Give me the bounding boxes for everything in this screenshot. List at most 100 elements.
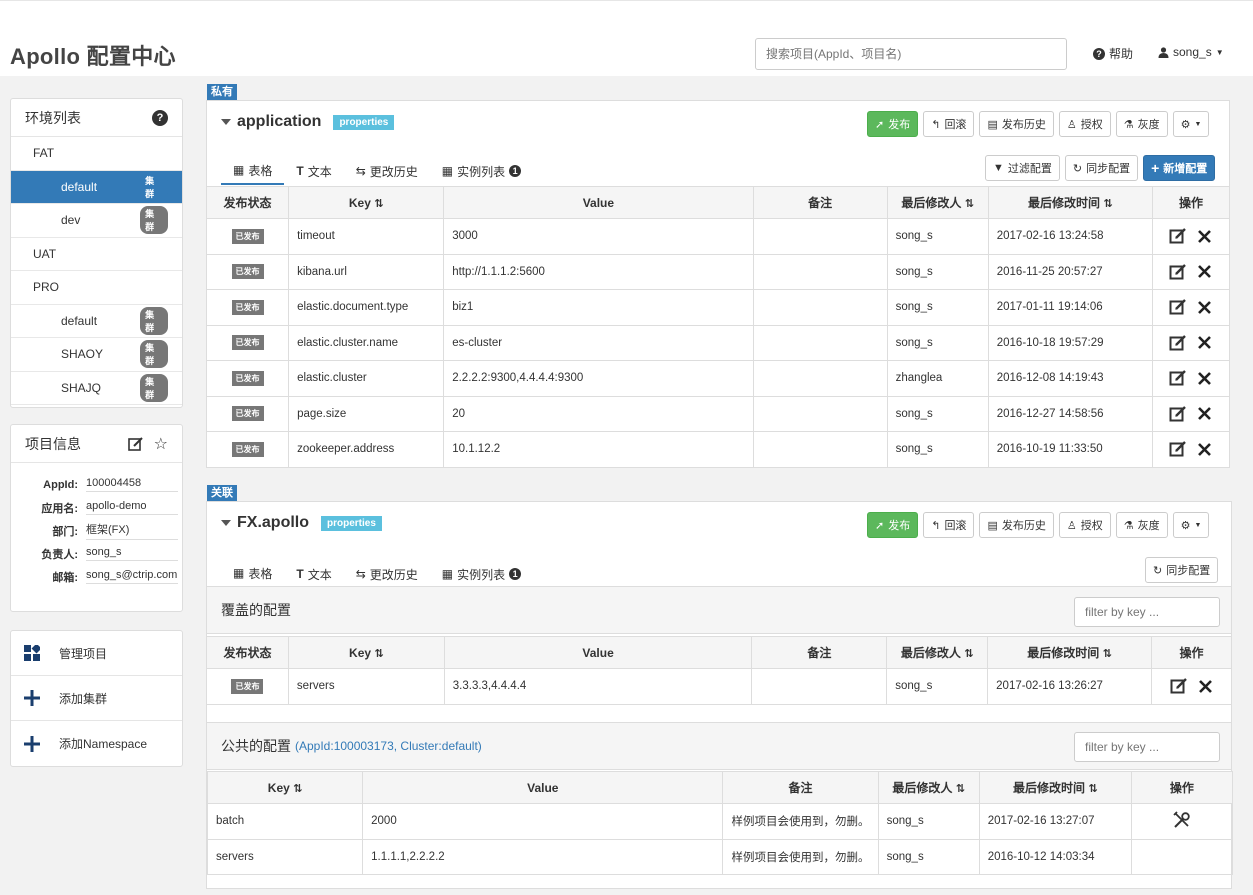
plus-icon: [23, 689, 41, 707]
brand-title[interactable]: Apollo 配置中心: [10, 39, 176, 71]
sort-icon[interactable]: ⇅: [374, 198, 383, 210]
settings-button[interactable]: ⚙ ▼: [1172, 111, 1210, 137]
tab-label: 更改历史: [369, 567, 418, 582]
tab-instances[interactable]: ▦ 实例列表 1: [430, 157, 533, 185]
tab-history[interactable]: ⇆ 更改历史: [344, 157, 430, 185]
tab-table[interactable]: ▦ 表格: [221, 560, 285, 588]
edit-icon[interactable]: [1169, 227, 1187, 245]
delete-icon[interactable]: [1197, 442, 1212, 457]
sort-icon[interactable]: ⇅: [1103, 648, 1112, 660]
auth-button[interactable]: ♙ 授权: [1058, 111, 1111, 137]
sort-icon[interactable]: ⇅: [1088, 783, 1097, 795]
table-row[interactable]: 已发布 servers 3.3.3.3,4.4.4.4 song_s 2017-02-1…: [206, 668, 1232, 705]
edit-icon[interactable]: [1170, 677, 1188, 695]
edit-icon[interactable]: [1169, 298, 1187, 316]
public-source-link[interactable]: (AppId:100003173, Cluster:default): [295, 739, 482, 753]
env-item[interactable]: UAT: [11, 238, 182, 271]
column-header-label: 发布状态: [223, 196, 272, 210]
search-input[interactable]: [755, 38, 1067, 70]
rollback-button[interactable]: ↰ 回滚: [923, 111, 975, 137]
question-icon[interactable]: ?: [152, 109, 168, 126]
action-item[interactable]: 添加集群: [11, 676, 182, 721]
gray-button[interactable]: ⚗ 灰度: [1115, 512, 1168, 538]
cluster-item[interactable]: SHAOY 集群: [11, 338, 182, 372]
user-menu[interactable]: song_s ▼: [1158, 45, 1224, 59]
delete-icon[interactable]: [1198, 679, 1213, 694]
edit-icon[interactable]: [1169, 369, 1187, 387]
sync-config-button[interactable]: ↻ 同步配置: [1064, 155, 1139, 181]
op-cell: [1151, 360, 1231, 397]
env-panel-title: 环境列表: [25, 109, 81, 126]
sort-icon[interactable]: ⇅: [964, 648, 973, 660]
edit-icon[interactable]: [1169, 440, 1187, 458]
key-cell: zookeeper.address: [288, 431, 445, 468]
edit-icon[interactable]: [127, 436, 144, 452]
namespace-title[interactable]: application properties: [221, 113, 395, 131]
tab-text[interactable]: T 文本: [284, 560, 343, 588]
action-item[interactable]: 添加Namespace: [11, 721, 182, 766]
delete-icon[interactable]: [1197, 335, 1212, 350]
sort-icon[interactable]: ⇅: [965, 198, 974, 210]
delete-icon[interactable]: [1197, 300, 1212, 315]
auth-button[interactable]: ♙ 授权: [1058, 512, 1111, 538]
collapse-icon[interactable]: [221, 520, 231, 526]
history-button[interactable]: ▤ 发布历史: [979, 512, 1054, 538]
key-cell: servers: [287, 668, 445, 705]
collapse-icon[interactable]: [221, 119, 231, 125]
cluster-item[interactable]: dev 集群: [11, 204, 182, 238]
env-item[interactable]: PRO: [11, 271, 182, 305]
table-row[interactable]: servers 1.1.1.1,2.2.2.2 样例项目会使用到，勿删。 song_s…: [206, 838, 1234, 875]
sort-icon[interactable]: ⇅: [293, 783, 302, 795]
status-badge: 已发布: [231, 441, 264, 457]
table-row[interactable]: 已发布 zookeeper.address 10.1.12.2 song_s 2016-…: [205, 431, 1231, 468]
tab-text[interactable]: T 文本: [284, 157, 343, 185]
delete-icon[interactable]: [1197, 229, 1212, 244]
sort-icon[interactable]: ⇅: [374, 648, 383, 660]
column-header: Key ⇅: [288, 186, 445, 219]
edit-icon[interactable]: [1169, 263, 1187, 281]
tab-label: 文本: [307, 567, 332, 582]
help-link[interactable]: ? 帮助: [1093, 45, 1133, 62]
namespace-panel-application: application properties ➚ 发布 ↰ 回滚 ▤ 发布历史 ♙ 授权…: [205, 100, 1231, 468]
edit-icon[interactable]: [1169, 405, 1187, 423]
sort-icon[interactable]: ⇅: [1103, 198, 1112, 210]
settings-button[interactable]: ⚙ ▼: [1172, 512, 1210, 538]
env-item[interactable]: FAT: [11, 137, 182, 171]
table-row[interactable]: 已发布 page.size 20 song_s 2016-12-27 14:58:56: [205, 395, 1231, 432]
tab-instances[interactable]: ▦ 实例列表 1: [430, 560, 533, 588]
public-filter-input[interactable]: [1074, 732, 1220, 762]
add-config-button[interactable]: + 新增配置: [1143, 155, 1216, 181]
wrench-icon[interactable]: [1172, 810, 1192, 830]
cluster-item[interactable]: SHAJQ 集群: [11, 372, 182, 405]
table-row[interactable]: 已发布 kibana.url http://1.1.1.2:5600 song_s 20…: [205, 253, 1231, 290]
filter-config-button[interactable]: ▼ 过滤配置: [985, 155, 1060, 181]
gray-button[interactable]: ⚗ 灰度: [1115, 111, 1168, 137]
cluster-item[interactable]: default 集群: [11, 170, 182, 204]
sync-config-button[interactable]: ↻ 同步配置: [1145, 557, 1219, 583]
table-row[interactable]: 已发布 elastic.document.type biz1 song_s 2017-0…: [205, 289, 1231, 326]
star-icon[interactable]: ☆: [154, 434, 168, 454]
sync-label: 同步配置: [1086, 163, 1131, 175]
delete-icon[interactable]: [1197, 264, 1212, 279]
delete-icon[interactable]: [1197, 371, 1212, 386]
override-filter-input[interactable]: [1074, 597, 1220, 627]
publish-button[interactable]: ➚ 发布: [867, 111, 919, 137]
namespace-title[interactable]: FX.apollo properties: [221, 514, 382, 532]
table-row[interactable]: batch 2000 样例项目会使用到，勿删。 song_s 2017-02-16 13…: [206, 803, 1234, 840]
sort-icon[interactable]: ⇅: [956, 783, 965, 795]
rollback-button[interactable]: ↰ 回滚: [923, 512, 975, 538]
publish-button[interactable]: ➚ 发布: [867, 512, 919, 538]
history-button[interactable]: ▤ 发布历史: [979, 111, 1054, 137]
tab-history[interactable]: ⇆ 更改历史: [344, 560, 430, 588]
table-row[interactable]: 已发布 elastic.cluster 2.2.2.2:9300,4.4.4.4:9…: [205, 360, 1231, 397]
delete-icon[interactable]: [1197, 406, 1212, 421]
cluster-item[interactable]: default 集群: [11, 305, 182, 338]
action-item[interactable]: 管理项目: [11, 631, 182, 676]
table-row[interactable]: 已发布 timeout 3000 song_s 2017-02-16 13:24:58: [205, 218, 1231, 255]
item-label: SHAJQ: [61, 380, 102, 395]
tab-table[interactable]: ▦ 表格: [221, 157, 285, 185]
info-row: 应用名: apollo-demo: [11, 496, 182, 519]
table-row[interactable]: 已发布 elastic.cluster.name es-cluster song_s 2…: [205, 324, 1231, 361]
edit-icon[interactable]: [1169, 334, 1187, 352]
table-icon: ▦: [233, 566, 245, 580]
